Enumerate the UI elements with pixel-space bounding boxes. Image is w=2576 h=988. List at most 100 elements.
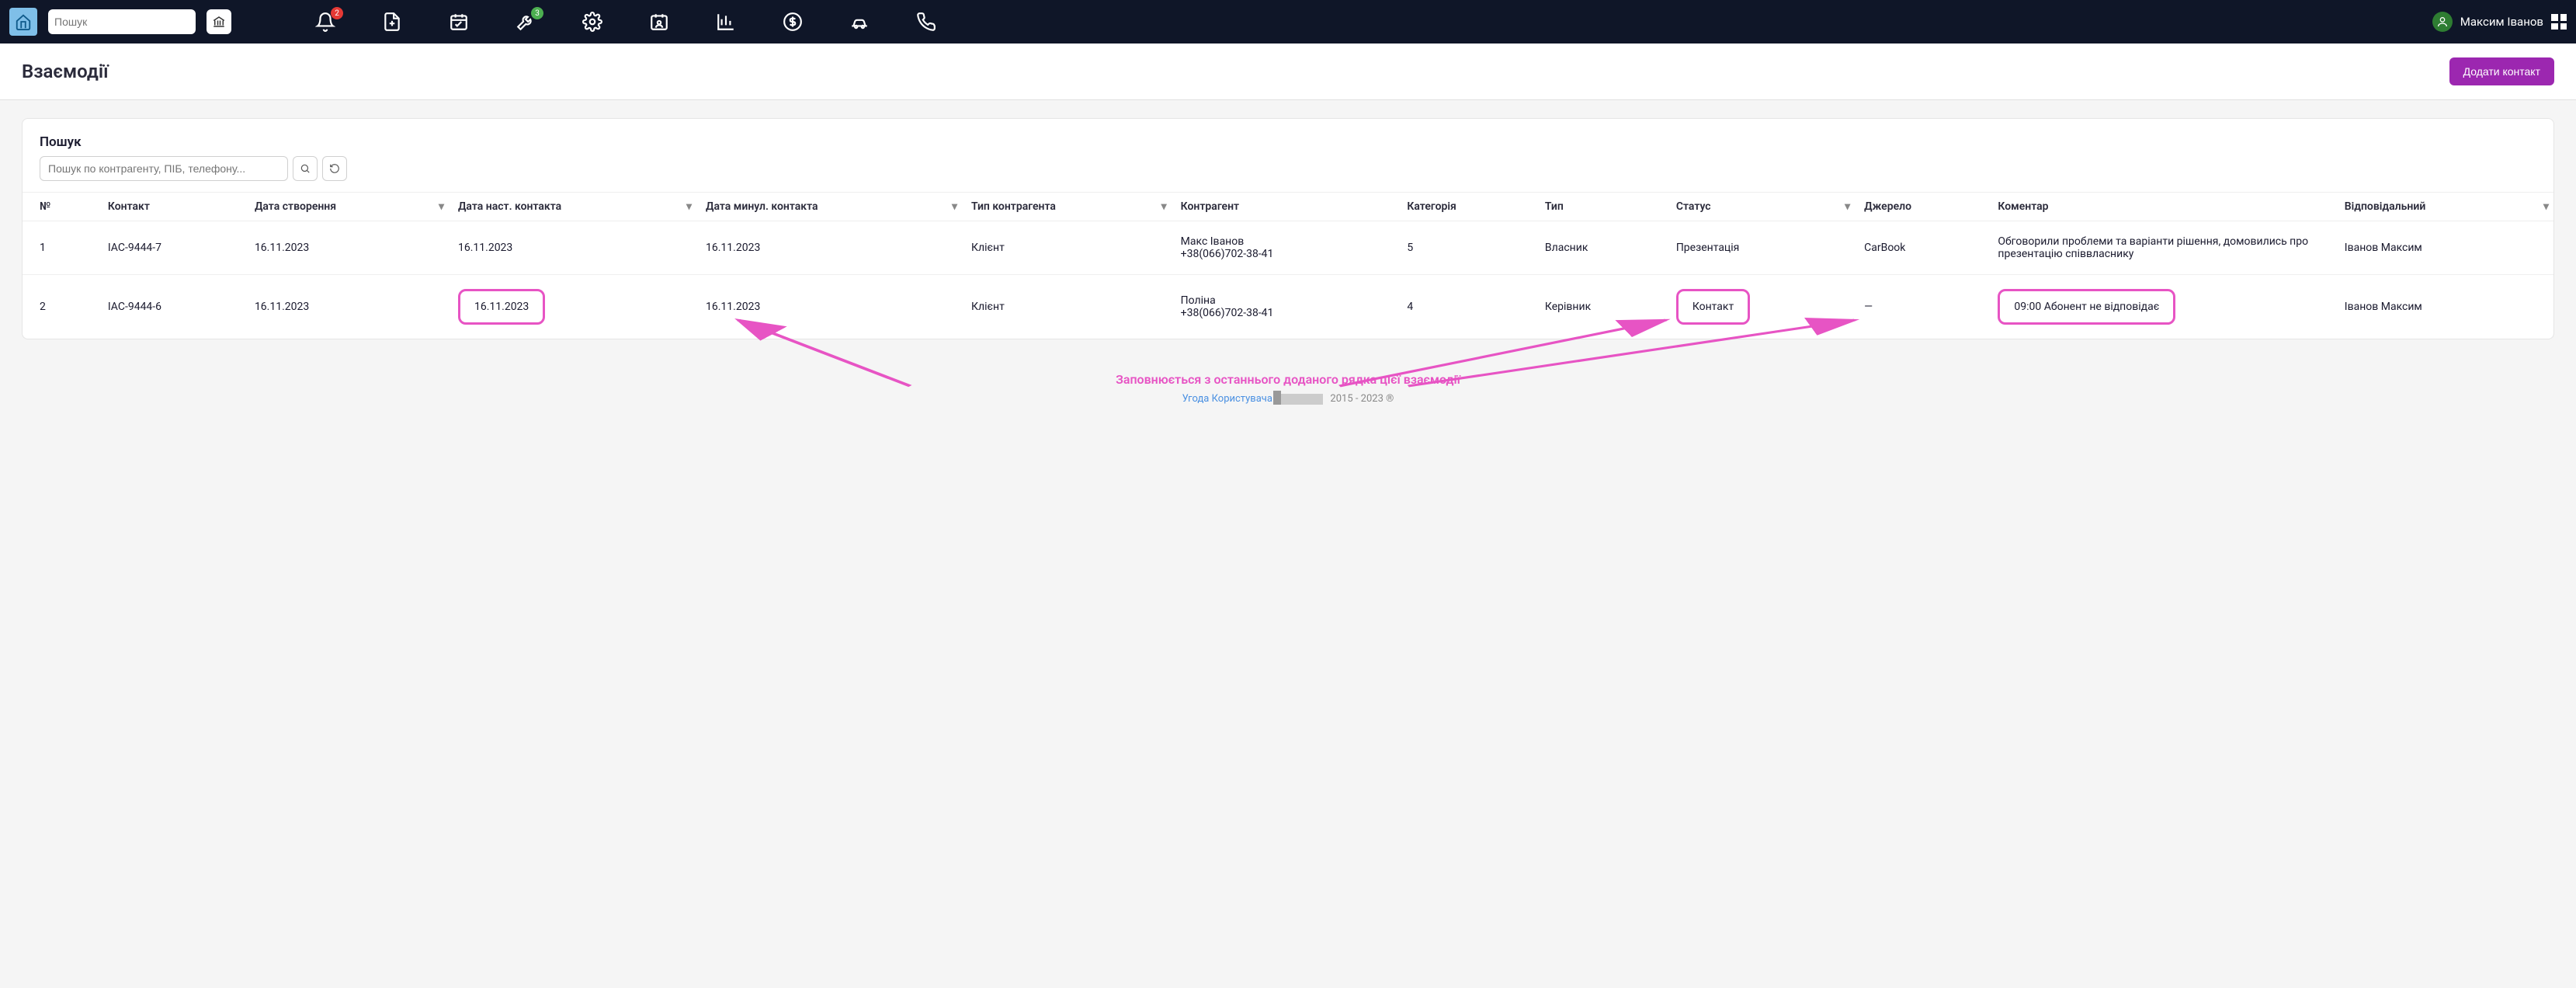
- cell-ctype: Клієнт: [962, 221, 1172, 275]
- cell-status: Презентація: [1667, 221, 1855, 275]
- refresh-icon: [329, 163, 340, 174]
- global-search: [48, 9, 196, 34]
- cell-category: 5: [1397, 221, 1536, 275]
- search-label: Пошук: [40, 134, 2536, 150]
- chart-icon: [716, 12, 736, 32]
- user-icon: [2436, 16, 2449, 28]
- notif-badge: 2: [331, 7, 343, 19]
- table-row[interactable]: 1 IAC-9444-7 16.11.2023 16.11.2023 16.11…: [23, 221, 2553, 275]
- filter-icon[interactable]: ▾: [686, 200, 692, 213]
- highlight-next-date: 16.11.2023: [458, 289, 545, 325]
- file-plus-icon: [382, 12, 402, 32]
- cell-responsible: Іванов Максим: [2335, 275, 2553, 339]
- table-header-row: № Контакт Дата створення▾ Дата наст. кон…: [23, 193, 2553, 221]
- highlight-status: Контакт: [1676, 289, 1750, 325]
- col-prev: Дата минул. контакта▾: [696, 193, 962, 221]
- filter-icon[interactable]: ▾: [1161, 200, 1167, 213]
- cell-counterparty: Макс Іванов +38(066)702-38-41: [1172, 221, 1398, 275]
- cell-contact: IAC-9444-6: [99, 275, 245, 339]
- footer-years: 2015 - 2023 ®: [1330, 393, 1394, 405]
- highlight-comment: 09:00 Абонент не відповідає: [1998, 289, 2175, 325]
- dollar-icon: [783, 12, 803, 32]
- home-icon: [15, 13, 32, 30]
- col-category: Категорія: [1397, 193, 1536, 221]
- col-comment: Коментар: [1988, 193, 2335, 221]
- col-created: Дата створення▾: [245, 193, 449, 221]
- user-name: Максим Іванов: [2460, 15, 2543, 29]
- truck-icon: [1279, 394, 1323, 405]
- cell-type: Керівник: [1536, 275, 1667, 339]
- calls-button[interactable]: [916, 12, 936, 32]
- apps-button[interactable]: [2551, 14, 2567, 30]
- search-icon: [300, 163, 311, 174]
- settings-button[interactable]: [582, 12, 602, 32]
- cell-num: 2: [23, 275, 99, 339]
- cell-num: 1: [23, 221, 99, 275]
- notifications-button[interactable]: 2: [315, 12, 335, 32]
- tools-button[interactable]: 3: [516, 12, 536, 32]
- filter-icon[interactable]: ▾: [1845, 200, 1850, 213]
- cell-next: 16.11.2023: [449, 221, 696, 275]
- cell-created: 16.11.2023: [245, 275, 449, 339]
- cell-type: Власник: [1536, 221, 1667, 275]
- col-num: №: [23, 193, 99, 221]
- page-title: Взаємодії: [22, 61, 109, 82]
- footer-agreement-link[interactable]: Угода Користувача: [1182, 393, 1272, 405]
- car-icon: [849, 12, 870, 32]
- cell-prev: 16.11.2023: [696, 221, 962, 275]
- wrench-badge: 3: [531, 7, 543, 19]
- calendar-user-button[interactable]: [649, 12, 669, 32]
- nav-icon-group: 2 3: [315, 12, 936, 32]
- cell-contact: IAC-9444-7: [99, 221, 245, 275]
- col-status: Статус▾: [1667, 193, 1855, 221]
- filter-icon[interactable]: ▾: [952, 200, 957, 213]
- cell-comment: 09:00 Абонент не відповідає: [1988, 275, 2335, 339]
- home-button[interactable]: [9, 8, 37, 36]
- search-input[interactable]: [54, 16, 195, 28]
- col-contact: Контакт: [99, 193, 245, 221]
- table-search-button[interactable]: [293, 156, 318, 181]
- cell-next: 16.11.2023: [449, 275, 696, 339]
- col-type: Тип: [1536, 193, 1667, 221]
- footer: Угода Користувача 2015 - 2023 ®: [0, 387, 2576, 419]
- table-refresh-button[interactable]: [322, 156, 347, 181]
- vehicle-button[interactable]: [849, 12, 870, 32]
- page-header: Взаємодії Додати контакт: [0, 43, 2576, 100]
- gear-icon: [582, 12, 602, 32]
- bank-button[interactable]: [207, 9, 231, 34]
- cell-status: Контакт: [1667, 275, 1855, 339]
- col-counterparty: Контрагент: [1172, 193, 1398, 221]
- add-contact-button[interactable]: Додати контакт: [2449, 57, 2554, 85]
- table-search-row: [40, 156, 2536, 181]
- navbar: 2 3 Макс: [0, 0, 2576, 43]
- cell-created: 16.11.2023: [245, 221, 449, 275]
- user-menu[interactable]: Максим Іванов: [2432, 12, 2567, 32]
- col-next: Дата наст. контакта▾: [449, 193, 696, 221]
- col-responsible: Відповідальний▾: [2335, 193, 2553, 221]
- avatar: [2432, 12, 2453, 32]
- cell-counterparty: Поліна +38(066)702-38-41: [1172, 275, 1398, 339]
- table-row[interactable]: 2 IAC-9444-6 16.11.2023 16.11.2023 16.11…: [23, 275, 2553, 339]
- calendar-check-icon: [449, 12, 469, 32]
- money-button[interactable]: [783, 12, 803, 32]
- calendar-user-icon: [649, 12, 669, 32]
- annotation-bottom: Заповнюється з останнього доданого рядка…: [0, 372, 2576, 387]
- new-doc-button[interactable]: [382, 12, 402, 32]
- filter-icon[interactable]: ▾: [439, 200, 444, 213]
- cell-ctype: Клієнт: [962, 275, 1172, 339]
- cell-comment: Обговорили проблеми та варіанти рішення,…: [1988, 221, 2335, 275]
- cell-category: 4: [1397, 275, 1536, 339]
- bank-icon: [212, 15, 226, 29]
- calendar-check-button[interactable]: [449, 12, 469, 32]
- filter-icon[interactable]: ▾: [2543, 200, 2549, 213]
- table-search-input[interactable]: [40, 156, 288, 181]
- interactions-card: Пошук № Контакт Дата створення▾ Дата нас…: [22, 118, 2554, 339]
- cell-source: CarBook: [1855, 221, 1988, 275]
- col-source: Джерело: [1855, 193, 1988, 221]
- col-ctype: Тип контрагента▾: [962, 193, 1172, 221]
- reports-button[interactable]: [716, 12, 736, 32]
- cell-prev: 16.11.2023: [696, 275, 962, 339]
- cell-source: —: [1855, 275, 1988, 339]
- phone-icon: [916, 12, 936, 32]
- cell-responsible: Іванов Максим: [2335, 221, 2553, 275]
